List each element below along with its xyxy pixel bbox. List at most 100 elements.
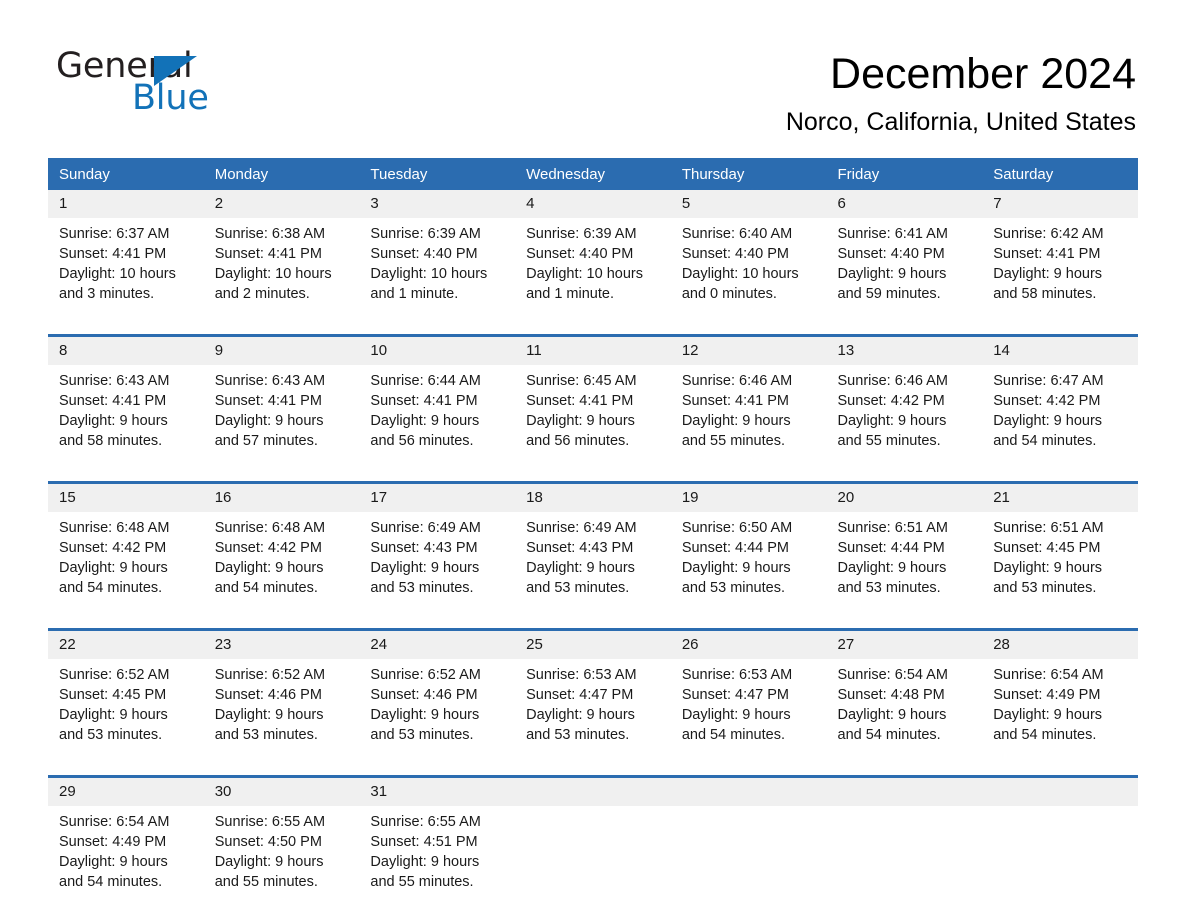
day-detail-cell[interactable]: Sunrise: 6:48 AM Sunset: 4:42 PM Daylight:… (203, 512, 360, 612)
sunset-text: Sunset: 4:42 PM (837, 393, 945, 409)
day-number-cell[interactable]: 30 (203, 775, 360, 806)
day-detail-cell[interactable]: Sunrise: 6:52 AM Sunset: 4:46 PM Daylight:… (203, 659, 360, 759)
day-detail-cell[interactable]: Sunrise: 6:53 AM Sunset: 4:47 PM Daylight:… (515, 659, 671, 759)
sunset-text: Sunset: 4:41 PM (681, 393, 790, 409)
day-detail-cell[interactable]: Sunrise: 6:54 AM Sunset: 4:49 PM Daylight:… (48, 806, 204, 906)
day-number-cell[interactable]: 19 (670, 481, 827, 512)
day-detail-cell[interactable]: Sunrise: 6:46 AM Sunset: 4:42 PM Daylight:… (826, 365, 983, 465)
day-number-cell[interactable]: 4 (515, 190, 671, 218)
day-number-cell[interactable]: 2 (203, 190, 360, 218)
sunrise-text: Sunrise: 6:48 AM (214, 520, 326, 536)
day-detail-cell[interactable]: Sunrise: 6:51 AM Sunset: 4:44 PM Daylight:… (826, 512, 983, 612)
day-detail-cell[interactable]: Sunrise: 6:49 AM Sunset: 4:43 PM Daylight:… (515, 512, 671, 612)
day-number-cell[interactable]: 27 (826, 628, 983, 659)
weekday-header-thursday: Thursday (670, 158, 827, 190)
day-number-cell[interactable]: 5 (670, 190, 827, 218)
sunrise-text: Sunrise: 6:49 AM (370, 520, 481, 536)
day-detail-cell[interactable]: Sunrise: 6:46 AM Sunset: 4:41 PM Daylight:… (670, 365, 827, 465)
day-number-cell[interactable]: 29 (48, 775, 204, 806)
week-spacer-cell (670, 465, 827, 483)
day-detail-cell[interactable]: Sunrise: 6:39 AM Sunset: 4:40 PM Daylight:… (515, 218, 671, 318)
day-detail-cell[interactable]: Sunrise: 6:43 AM Sunset: 4:41 PM Daylight:… (48, 365, 204, 465)
daylight-text: Daylight: 9 hours and 55 minutes. (681, 413, 791, 449)
sunrise-text: Sunrise: 6:54 AM (837, 667, 948, 683)
day-detail-cell[interactable]: Sunrise: 6:49 AM Sunset: 4:43 PM Daylight:… (359, 512, 516, 612)
day-number-cell[interactable]: 25 (515, 628, 671, 659)
day-number-cell[interactable]: 7 (982, 190, 1138, 218)
day-number-cell[interactable]: 1 (48, 190, 204, 218)
sunrise-text: Sunrise: 6:51 AM (837, 520, 948, 536)
calendar-week-daynumbers: 15 16 17 18 19 20 21 (48, 481, 1138, 512)
day-detail-cell[interactable]: Sunrise: 6:55 AM Sunset: 4:51 PM Daylight:… (359, 806, 516, 906)
day-detail-cell[interactable]: Sunrise: 6:41 AM Sunset: 4:40 PM Daylight:… (826, 218, 983, 318)
day-number-cell[interactable]: 8 (48, 334, 204, 365)
general-blue-logo[interactable]: General Blue (56, 46, 256, 118)
sunrise-text: Sunrise: 6:52 AM (214, 667, 326, 683)
logo-text-blue: Blue (132, 78, 209, 118)
week-spacer-cell (982, 465, 1138, 483)
day-detail-cell[interactable]: Sunrise: 6:50 AM Sunset: 4:44 PM Daylight:… (670, 512, 827, 612)
sunset-text: Sunset: 4:41 PM (993, 246, 1101, 262)
day-detail-cell[interactable]: Sunrise: 6:45 AM Sunset: 4:41 PM Daylight:… (515, 365, 671, 465)
day-detail-cell[interactable]: Sunrise: 6:38 AM Sunset: 4:41 PM Daylight:… (203, 218, 360, 318)
day-number-cell[interactable]: 10 (359, 334, 516, 365)
day-detail-cell[interactable]: Sunrise: 6:40 AM Sunset: 4:40 PM Daylight:… (670, 218, 827, 318)
day-detail-cell[interactable]: Sunrise: 6:51 AM Sunset: 4:45 PM Daylight:… (982, 512, 1138, 612)
sunrise-text: Sunrise: 6:52 AM (59, 667, 170, 683)
day-number-cell[interactable]: 22 (48, 628, 204, 659)
day-number-cell[interactable]: 14 (982, 334, 1138, 365)
sunset-text: Sunset: 4:49 PM (993, 687, 1101, 703)
day-number-cell[interactable]: 12 (670, 334, 827, 365)
daylight-text: Daylight: 9 hours and 55 minutes. (370, 854, 480, 890)
day-detail-cell[interactable]: Sunrise: 6:42 AM Sunset: 4:41 PM Daylight:… (982, 218, 1138, 318)
empty-day-cell (515, 775, 671, 806)
day-detail-cell[interactable]: Sunrise: 6:39 AM Sunset: 4:40 PM Daylight:… (359, 218, 516, 318)
day-number-cell[interactable]: 17 (359, 481, 516, 512)
daylight-text: Daylight: 9 hours and 54 minutes. (837, 707, 947, 743)
day-number-cell[interactable]: 6 (826, 190, 983, 218)
calendar-header-row: Sunday Monday Tuesday Wednesday Thursday… (48, 158, 1138, 190)
day-detail-cell[interactable]: Sunrise: 6:52 AM Sunset: 4:45 PM Daylight:… (48, 659, 204, 759)
day-number-cell[interactable]: 28 (982, 628, 1138, 659)
sunset-text: Sunset: 4:41 PM (526, 393, 634, 409)
daylight-text: Daylight: 9 hours and 53 minutes. (681, 560, 791, 596)
day-number-cell[interactable]: 13 (826, 334, 983, 365)
sunset-text: Sunset: 4:41 PM (214, 246, 322, 262)
day-detail-cell[interactable]: Sunrise: 6:37 AM Sunset: 4:41 PM Daylight:… (48, 218, 204, 318)
week-spacer-cell (826, 759, 983, 777)
daylight-text: Daylight: 9 hours and 56 minutes. (526, 413, 635, 449)
day-number-cell[interactable]: 31 (359, 775, 516, 806)
day-number-cell[interactable]: 3 (359, 190, 516, 218)
day-detail-cell[interactable]: Sunrise: 6:47 AM Sunset: 4:42 PM Daylight:… (982, 365, 1138, 465)
day-number-cell[interactable]: 20 (826, 481, 983, 512)
day-detail-cell[interactable]: Sunrise: 6:44 AM Sunset: 4:41 PM Daylight:… (359, 365, 516, 465)
day-detail-cell[interactable]: Sunrise: 6:43 AM Sunset: 4:41 PM Daylight:… (203, 365, 360, 465)
day-detail-cell[interactable]: Sunrise: 6:54 AM Sunset: 4:49 PM Daylight:… (982, 659, 1138, 759)
day-number-cell[interactable]: 24 (359, 628, 516, 659)
day-number-cell[interactable]: 26 (670, 628, 827, 659)
day-number-cell[interactable]: 16 (203, 481, 360, 512)
day-number-cell[interactable]: 11 (515, 334, 671, 365)
calendar-week-details: Sunrise: 6:54 AM Sunset: 4:49 PM Daylight:… (48, 806, 1138, 906)
day-detail-cell[interactable]: Sunrise: 6:52 AM Sunset: 4:46 PM Daylight:… (359, 659, 516, 759)
day-detail-cell[interactable]: Sunrise: 6:54 AM Sunset: 4:48 PM Daylight:… (826, 659, 983, 759)
daylight-text: Daylight: 9 hours and 54 minutes. (993, 413, 1103, 449)
page-title: December 2024 (830, 50, 1136, 98)
daylight-text: Daylight: 9 hours and 53 minutes. (59, 707, 168, 743)
sunset-text: Sunset: 4:41 PM (59, 393, 167, 409)
day-number-cell[interactable]: 23 (203, 628, 360, 659)
day-number-cell[interactable]: 15 (48, 481, 204, 512)
sunset-text: Sunset: 4:45 PM (59, 687, 167, 703)
week-spacer-cell (203, 318, 360, 336)
week-spacer-cell (203, 465, 360, 483)
day-number-cell[interactable]: 21 (982, 481, 1138, 512)
day-number-cell[interactable]: 18 (515, 481, 671, 512)
day-detail-cell[interactable]: Sunrise: 6:53 AM Sunset: 4:47 PM Daylight:… (670, 659, 827, 759)
calendar-table: Sunday Monday Tuesday Wednesday Thursday… (48, 158, 1138, 906)
day-detail-cell[interactable]: Sunrise: 6:48 AM Sunset: 4:42 PM Daylight:… (48, 512, 204, 612)
day-detail-cell[interactable]: Sunrise: 6:55 AM Sunset: 4:50 PM Daylight:… (203, 806, 360, 906)
day-number-cell[interactable]: 9 (203, 334, 360, 365)
sunrise-text: Sunrise: 6:42 AM (993, 226, 1104, 242)
week-spacer (48, 612, 1138, 630)
daylight-text: Daylight: 9 hours and 59 minutes. (837, 266, 947, 302)
